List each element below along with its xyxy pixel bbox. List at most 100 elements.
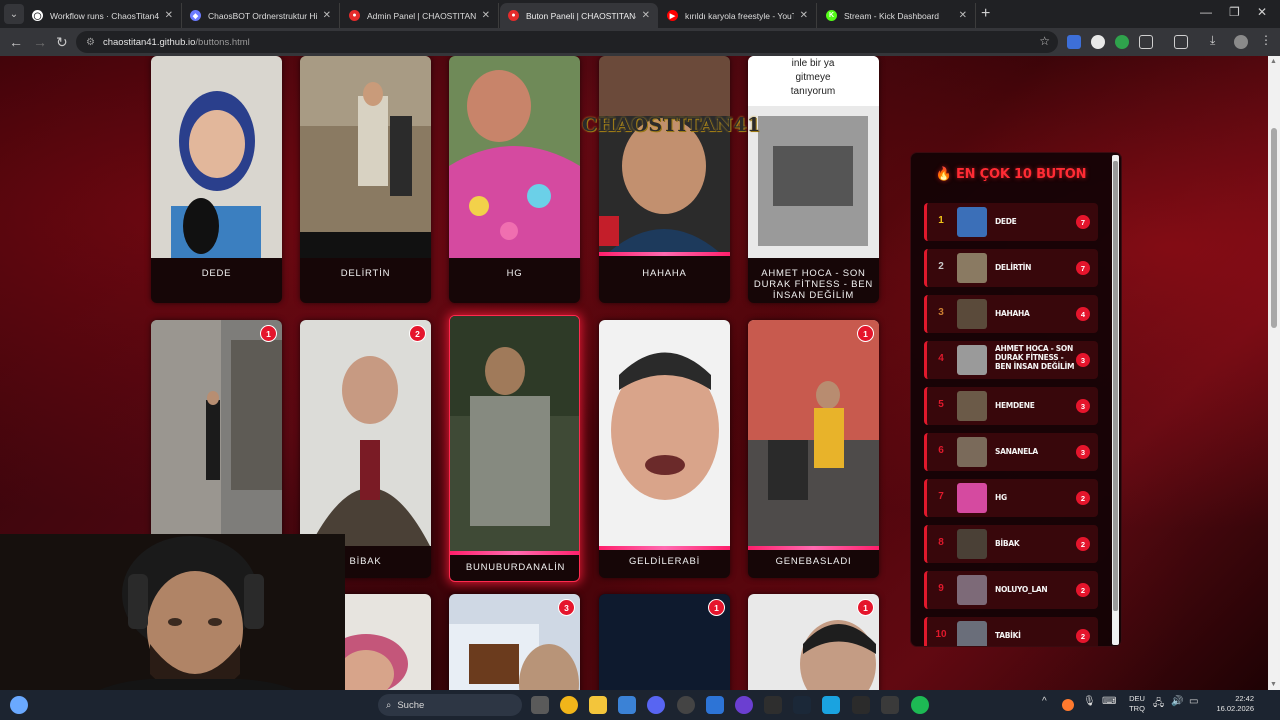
- spotify-icon[interactable]: [911, 696, 929, 714]
- system-clock[interactable]: 22:42 16.02.2026: [1206, 694, 1254, 714]
- back-icon[interactable]: ←: [9, 34, 23, 50]
- sound-button-card[interactable]: 1: [748, 594, 879, 690]
- browser-tab[interactable]: ● Admin Panel | CHAOSTITAN41 ✕: [341, 3, 499, 28]
- close-tab-icon[interactable]: ✕: [323, 10, 331, 21]
- green-extension-icon[interactable]: [1115, 35, 1129, 49]
- browser-tab[interactable]: ◆ ChaosBOT Ordnerstruktur Hilfe ✕: [182, 3, 340, 28]
- puzzle-extensions-icon[interactable]: [1139, 35, 1153, 49]
- steam-icon[interactable]: [793, 696, 811, 714]
- webcam-overlay: [0, 534, 345, 690]
- tray-app-icon[interactable]: [1062, 699, 1074, 711]
- sound-button-card[interactable]: GELDİLERABİ: [599, 320, 730, 578]
- top10-row[interactable]: 6 SANANELA 3: [924, 433, 1098, 471]
- reload-icon[interactable]: ↻: [56, 34, 68, 50]
- close-tab-icon[interactable]: ✕: [165, 10, 173, 21]
- bookmark-star-icon[interactable]: ☆: [1039, 34, 1050, 48]
- close-window-icon[interactable]: ✕: [1257, 5, 1267, 19]
- browser-tab[interactable]: ● Buton Paneli | CHAOSTITAN41 ✕: [500, 3, 658, 28]
- top10-scrollbar[interactable]: [1112, 155, 1119, 645]
- app-icon-4[interactable]: [822, 696, 840, 714]
- taskbar-search[interactable]: ⌕ Suche: [378, 694, 522, 716]
- restore-icon[interactable]: ❐: [1229, 5, 1240, 19]
- sound-button-card[interactable]: HAHAHA: [599, 56, 730, 303]
- file-explorer-icon[interactable]: [589, 696, 607, 714]
- battery-icon[interactable]: ▭: [1189, 696, 1207, 714]
- lang-bottom: TRQ: [1129, 704, 1145, 713]
- menu-kebab-icon[interactable]: ⋮: [1260, 33, 1274, 47]
- page-scroll-thumb[interactable]: [1271, 128, 1277, 328]
- tray-chevron-icon[interactable]: ^: [1042, 696, 1060, 714]
- top10-row[interactable]: 1 DEDE 7: [924, 203, 1098, 241]
- top10-title-text: EN ÇOK 10 BUTON: [955, 167, 1087, 182]
- new-tab-button[interactable]: +: [981, 5, 990, 23]
- browser-tab[interactable]: ◯ Workflow runs · ChaosTitan41/.. ✕: [24, 3, 182, 28]
- terminal-icon[interactable]: [881, 696, 899, 714]
- site-info-icon[interactable]: ⚙: [86, 37, 95, 48]
- obs-icon[interactable]: [677, 696, 695, 714]
- tab-search-button[interactable]: ⌄: [4, 4, 24, 24]
- tray-keyboard-icon[interactable]: ⌨: [1102, 696, 1120, 714]
- address-bar[interactable]: ⚙ chaostitan41.github.io/buttons.html ☆: [76, 31, 1058, 53]
- top10-row[interactable]: 8 BİBAK 2: [924, 525, 1098, 563]
- rank-button-name: SANANELA: [995, 447, 1038, 456]
- page-scrollbar[interactable]: ▲ ▼: [1268, 56, 1280, 690]
- top10-row[interactable]: 3 HAHAHA 4: [924, 295, 1098, 333]
- sound-button-card[interactable]: 1: [599, 594, 730, 690]
- extension-icon[interactable]: [1091, 35, 1105, 49]
- scroll-up-icon[interactable]: ▲: [1270, 58, 1277, 65]
- button-thumbnail-image: [300, 56, 431, 258]
- app-icon-3[interactable]: [764, 696, 782, 714]
- app-icon[interactable]: [706, 696, 724, 714]
- button-thumbnail-image: inle bir ya gitmeye tanıyorum: [748, 56, 879, 258]
- sound-button-card[interactable]: DELİRTİN: [300, 56, 431, 303]
- sound-button-card[interactable]: GENEBASLADI 1: [748, 320, 879, 578]
- svg-text:inle bir ya: inle bir ya: [792, 58, 835, 69]
- volume-icon[interactable]: 🔊: [1171, 696, 1189, 714]
- discord-icon[interactable]: [647, 696, 665, 714]
- rank-number: 6: [938, 445, 944, 456]
- chrome-icon[interactable]: [560, 696, 578, 714]
- close-tab-icon[interactable]: ✕: [482, 10, 490, 21]
- top10-row[interactable]: 4 AHMET HOCA - SON DURAK FİTNESS - BEN İN…: [924, 341, 1098, 379]
- streamer-webcam-image: [0, 534, 345, 690]
- profile-avatar[interactable]: [1234, 35, 1248, 49]
- top10-row[interactable]: 7 HG 2: [924, 479, 1098, 517]
- rank-number: 10: [935, 629, 947, 640]
- sound-button-card[interactable]: inle bir ya gitmeye tanıyorum AHMET HOCA - …: [748, 56, 879, 303]
- browser-tab[interactable]: K Stream - Kick Dashboard ✕: [818, 3, 976, 28]
- minimize-icon[interactable]: —: [1200, 5, 1212, 19]
- top10-row[interactable]: 10 TABİKİ 2: [924, 617, 1098, 646]
- tab-favicon-icon: K: [826, 10, 837, 21]
- top10-row[interactable]: 5 HEMDENE 3: [924, 387, 1098, 425]
- close-tab-icon[interactable]: ✕: [642, 10, 650, 21]
- top10-scroll-thumb[interactable]: [1113, 161, 1118, 611]
- rank-count-badge: 3: [1076, 399, 1090, 413]
- translate-extension-icon[interactable]: [1067, 35, 1081, 49]
- app-icon-5[interactable]: [852, 696, 870, 714]
- close-tab-icon[interactable]: ✕: [800, 10, 808, 21]
- network-icon[interactable]: 🖧: [1153, 696, 1171, 714]
- input-language[interactable]: DEU TRQ: [1124, 694, 1150, 714]
- top10-row[interactable]: 9 NOLUYO_LAN 2: [924, 571, 1098, 609]
- app-icon-2[interactable]: [735, 696, 753, 714]
- browser-toolbar: ← → ↻ ⚙ chaostitan41.github.io/buttons.h…: [0, 28, 1280, 56]
- weather-widget-icon[interactable]: [10, 696, 28, 714]
- sound-button-card[interactable]: 3: [449, 594, 580, 690]
- browser-tab[interactable]: ▶ kırıldı karyola freestyle - YouTube ✕: [659, 3, 817, 28]
- forward-icon[interactable]: →: [33, 34, 47, 50]
- sound-button-card[interactable]: HG: [449, 56, 580, 303]
- top10-row[interactable]: 2 DELİRTİN 7: [924, 249, 1098, 287]
- rank-button-name: AHMET HOCA - SON DURAK FİTNESS - BEN İNS…: [995, 344, 1075, 371]
- microphone-icon[interactable]: 🎙: [1083, 696, 1101, 714]
- download-icon[interactable]: ⤓: [1210, 33, 1224, 47]
- store-icon[interactable]: [618, 696, 636, 714]
- close-tab-icon[interactable]: ✕: [959, 10, 967, 21]
- sound-button-card[interactable]: BUNUBURDANALİN: [449, 315, 580, 582]
- url-host: chaostitan41.github.io: [102, 36, 196, 48]
- task-view-icon[interactable]: [531, 696, 549, 714]
- rank-button-name: DEDE: [995, 217, 1017, 226]
- sound-button-card[interactable]: DEDE: [151, 56, 282, 303]
- cast-icon[interactable]: [1174, 35, 1188, 49]
- scroll-down-icon[interactable]: ▼: [1270, 681, 1277, 688]
- play-count-badge: 2: [409, 325, 426, 342]
